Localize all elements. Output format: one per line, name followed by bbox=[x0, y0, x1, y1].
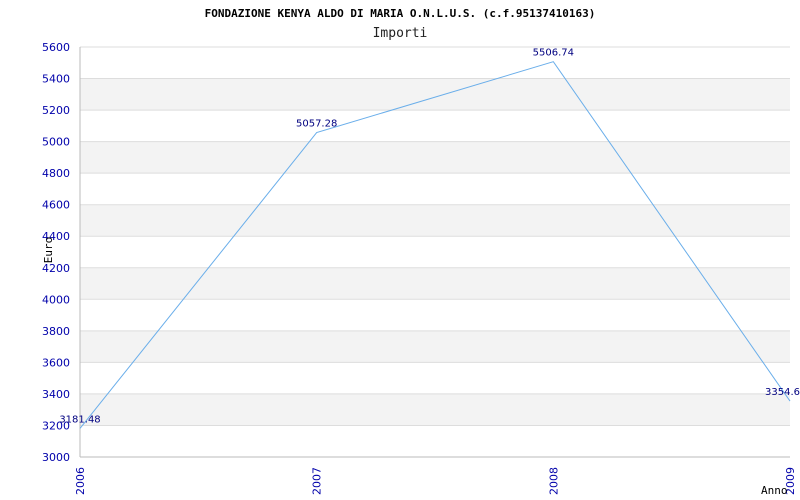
y-tick-label: 4600 bbox=[42, 199, 70, 212]
line-chart: 3000320034003600380040004200440046004800… bbox=[42, 7, 800, 497]
y-tick-label: 5000 bbox=[42, 136, 70, 149]
plot-band bbox=[80, 141, 790, 174]
y-tick-label: 4000 bbox=[42, 293, 70, 306]
plot-bands bbox=[80, 78, 790, 426]
data-label: 5057.28 bbox=[296, 119, 337, 130]
data-label: 3181.48 bbox=[59, 414, 100, 425]
series-line bbox=[79, 61, 791, 429]
y-tick-label: 5600 bbox=[42, 41, 70, 54]
plot-band bbox=[80, 78, 790, 111]
y-tick-label: 3600 bbox=[42, 356, 70, 369]
chart-title: FONDAZIONE KENYA ALDO DI MARIA O.N.L.U.S… bbox=[205, 7, 596, 20]
data-label: 5506.74 bbox=[533, 48, 574, 59]
data-label: 3354.6 bbox=[765, 387, 800, 398]
y-tick-label: 3400 bbox=[42, 388, 70, 401]
y-tick-label: 4800 bbox=[42, 167, 70, 180]
y-tick-label: 3000 bbox=[42, 451, 70, 464]
x-tick-label: 2008 bbox=[547, 467, 560, 495]
plot-band bbox=[80, 393, 790, 426]
x-tick-labels: 2006 2007 2008 2009 bbox=[74, 467, 797, 495]
x-tick-label: 2006 bbox=[74, 467, 87, 495]
x-tick-label: 2007 bbox=[311, 467, 324, 495]
plot-band bbox=[80, 330, 790, 363]
y-tick-label: 5400 bbox=[42, 73, 70, 86]
y-tick-label: 3800 bbox=[42, 325, 70, 338]
x-axis-title: Anno bbox=[761, 484, 788, 497]
y-tick-label: 5200 bbox=[42, 104, 70, 117]
y-axis-title: Euro bbox=[42, 237, 55, 264]
plot-band bbox=[80, 204, 790, 237]
chart-subtitle: Importi bbox=[373, 26, 428, 41]
